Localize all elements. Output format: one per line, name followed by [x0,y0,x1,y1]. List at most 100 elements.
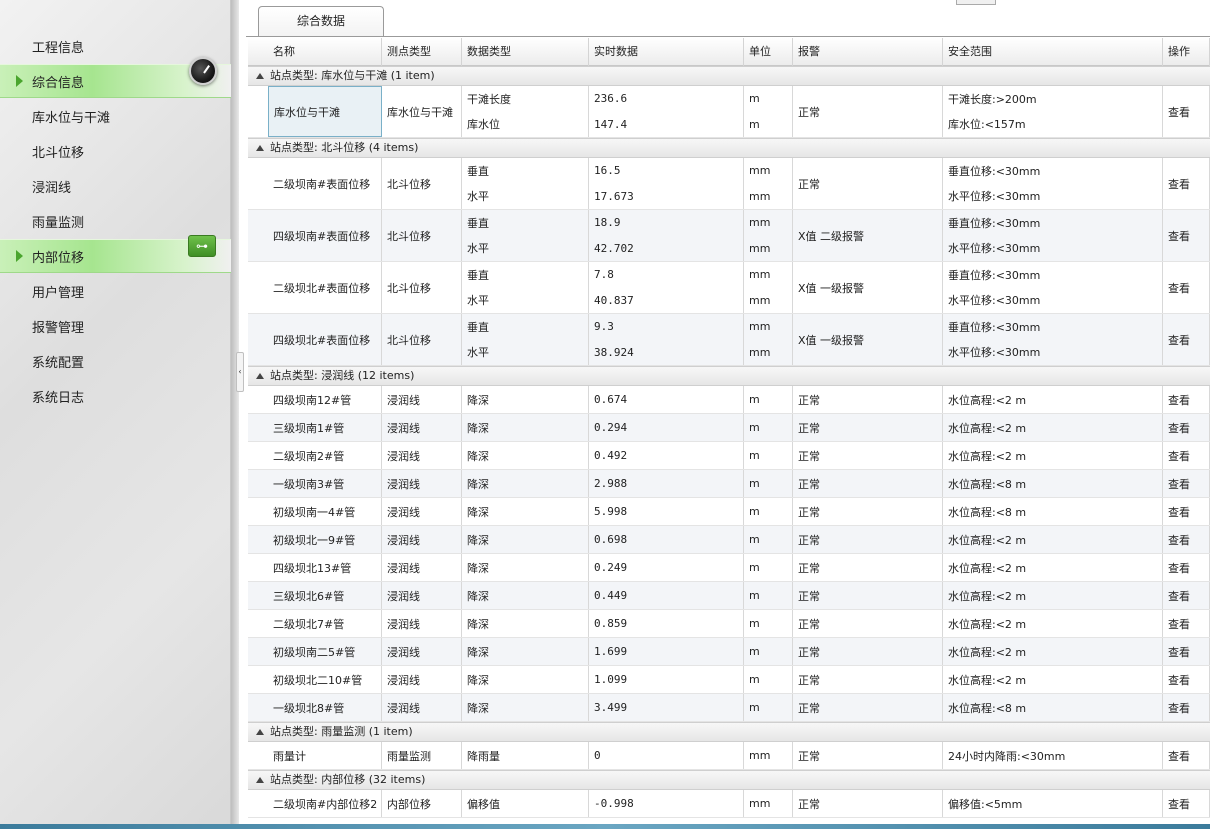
cell-action-col[interactable]: 查看 [1163,158,1210,209]
view-link[interactable]: 查看 [1168,280,1209,296]
view-link[interactable]: 查看 [1168,104,1209,120]
table-row[interactable]: 雨量计 雨量监测 降雨量 0 mm 正常 24小时内降雨:<30mm 查看 [248,742,1210,770]
tab-comprehensive-data[interactable]: 综合数据 [258,6,384,36]
view-link[interactable]: 查看 [1168,588,1209,604]
cell-action-col[interactable]: 查看 [1163,86,1210,137]
column-header-name-col[interactable]: 名称 [268,38,382,66]
table-row[interactable]: 一级坝南3#管 浸润线 降深 2.988 m 正常 水位高程:<8 m 查看 [248,470,1210,498]
sidebar-item-system-log[interactable]: 系统日志 [0,379,231,413]
table-row[interactable]: 四级坝南#表面位移 北斗位移 垂直 水平 18.9 42.702 mm mm X值 二级报警 垂直… [248,210,1210,262]
view-link[interactable]: 查看 [1168,332,1209,348]
column-header-unit-col[interactable]: 单位 [744,38,793,66]
cell-text: 水位高程:<8 m [948,477,1027,491]
cell-action-col[interactable]: 查看 [1163,694,1210,721]
cell-action-col[interactable]: 查看 [1163,610,1210,637]
cell-action-col[interactable]: 查看 [1163,666,1210,693]
column-header-alarm-col[interactable]: 报警 [793,38,943,66]
sidebar-item-water-level[interactable]: 库水位与干滩 [0,99,231,133]
cell-action-col[interactable]: 查看 [1163,742,1210,769]
cell-action-col[interactable]: 查看 [1163,386,1210,413]
table-row[interactable]: 三级坝北6#管 浸润线 降深 0.449 m 正常 水位高程:<2 m 查看 [248,582,1210,610]
table-row[interactable]: 二级坝南#表面位移 北斗位移 垂直 水平 16.5 17.673 mm mm 正常 垂直位移:<3… [248,158,1210,210]
view-link[interactable]: 查看 [1168,476,1209,492]
cell-action-col[interactable]: 查看 [1163,582,1210,609]
collapse-triangle-icon[interactable] [256,729,264,735]
view-link[interactable]: 查看 [1168,560,1209,576]
table-row[interactable]: 二级坝南2#管 浸润线 降深 0.492 m 正常 水位高程:<2 m 查看 [248,442,1210,470]
cell-text: 雨量计 [273,749,306,763]
cell-action-col[interactable]: 查看 [1163,210,1210,261]
cell-dtype-col: 降深 [462,470,589,497]
view-link[interactable]: 查看 [1168,616,1209,632]
table-row[interactable]: 二级坝北7#管 浸润线 降深 0.859 m 正常 水位高程:<2 m 查看 [248,610,1210,638]
sidebar-item-user-management[interactable]: 用户管理 [0,274,231,308]
view-link[interactable]: 查看 [1168,532,1209,548]
table-row[interactable]: 四级坝北13#管 浸润线 降深 0.249 m 正常 水位高程:<2 m 查看 [248,554,1210,582]
column-header-range-col[interactable]: 安全范围 [943,38,1163,66]
collapse-triangle-icon[interactable] [256,373,264,379]
cell-name-col: 三级坝南1#管 [268,414,382,441]
table-row[interactable]: 三级坝南1#管 浸润线 降深 0.294 m 正常 水位高程:<2 m 查看 [248,414,1210,442]
table-row[interactable]: 二级坝北#表面位移 北斗位移 垂直 水平 7.8 40.837 mm mm X值 一级报警 垂直位… [248,262,1210,314]
sidebar-item-label: 库水位与干滩 [32,110,111,126]
collapse-triangle-icon[interactable] [256,777,264,783]
view-link[interactable]: 查看 [1168,748,1209,764]
group-header-row[interactable]: 站点类型: 内部位移 (32 items) [248,770,1210,790]
table-row[interactable]: 四级坝南12#管 浸润线 降深 0.674 m 正常 水位高程:<2 m 查看 [248,386,1210,414]
cell-action-col[interactable]: 查看 [1163,790,1210,817]
sidebar-item-beidou[interactable]: 北斗位移 [0,134,231,168]
table-row[interactable]: 初级坝南一4#管 浸润线 降深 5.998 m 正常 水位高程:<8 m 查看 [248,498,1210,526]
cell-text: 正常 [798,701,820,715]
table-row[interactable]: 库水位与干滩 库水位与干滩 干滩长度 库水位 236.6 147.4 m m 正常 干滩长度:>2… [248,86,1210,138]
view-link[interactable]: 查看 [1168,448,1209,464]
column-header-type-col[interactable]: 测点类型 [382,38,462,66]
cell-text: X值 一级报警 [798,281,865,295]
view-link[interactable]: 查看 [1168,700,1209,716]
view-link[interactable]: 查看 [1168,644,1209,660]
sidebar-item-phreatic-line[interactable]: 浸润线 [0,169,231,203]
view-link[interactable]: 查看 [1168,228,1209,244]
collapse-triangle-icon[interactable] [256,73,264,79]
sidebar-item-rainfall[interactable]: 雨量监测 [0,204,231,238]
cell-text: 0.698 [594,533,628,546]
cell-alarm-col: X值 一级报警 [793,314,943,365]
cell-action-col[interactable]: 查看 [1163,414,1210,441]
table-row[interactable]: 初级坝南二5#管 浸润线 降深 1.699 m 正常 水位高程:<2 m 查看 [248,638,1210,666]
table-row[interactable]: 初级坝北二10#管 浸润线 降深 1.099 m 正常 水位高程:<2 m 查看 [248,666,1210,694]
group-header-row[interactable]: 站点类型: 雨量监测 (1 item) [248,722,1210,742]
view-link[interactable]: 查看 [1168,672,1209,688]
cell-action-col[interactable]: 查看 [1163,314,1210,365]
table-row[interactable]: 初级坝北一9#管 浸润线 降深 0.698 m 正常 水位高程:<2 m 查看 [248,526,1210,554]
view-link[interactable]: 查看 [1168,420,1209,436]
cell-action-col[interactable]: 查看 [1163,638,1210,665]
group-header-row[interactable]: 站点类型: 库水位与干滩 (1 item) [248,66,1210,86]
view-link[interactable]: 查看 [1168,796,1209,812]
cell-text: 水位高程:<2 m [948,673,1027,687]
view-link[interactable]: 查看 [1168,176,1209,192]
cell-value-col: 2.988 [589,470,744,497]
table-row[interactable]: 四级坝北#表面位移 北斗位移 垂直 水平 9.3 38.924 mm mm X值 一级报警 垂直位… [248,314,1210,366]
cell-action-col[interactable]: 查看 [1163,498,1210,525]
cell-text: 正常 [798,617,820,631]
view-link[interactable]: 查看 [1168,504,1209,520]
sidebar-item-system-config[interactable]: 系统配置 [0,344,231,378]
table-row[interactable]: 一级坝北8#管 浸润线 降深 3.499 m 正常 水位高程:<8 m 查看 [248,694,1210,722]
cell-action-col[interactable]: 查看 [1163,262,1210,313]
cell-action-col[interactable]: 查看 [1163,526,1210,553]
sidebar-item-label: 工程信息 [32,40,85,56]
cell-action-col[interactable]: 查看 [1163,470,1210,497]
cell-text: 垂直 [467,164,489,178]
sidebar-item-alarm-management[interactable]: 报警管理 [0,309,231,343]
cell-action-col[interactable]: 查看 [1163,442,1210,469]
cell-text: m [749,561,760,574]
cell-action-col[interactable]: 查看 [1163,554,1210,581]
collapse-sidebar-handle[interactable]: ‹ [236,352,244,392]
table-row[interactable]: 二级坝南#内部位移2 内部位移 偏移值 -0.998 mm 正常 偏移值:<5mm 查看 [248,790,1210,818]
group-header-row[interactable]: 站点类型: 浸润线 (12 items) [248,366,1210,386]
column-header-dtype-col[interactable]: 数据类型 [462,38,589,66]
group-header-row[interactable]: 站点类型: 北斗位移 (4 items) [248,138,1210,158]
column-header-value-col[interactable]: 实时数据 [589,38,744,66]
view-link[interactable]: 查看 [1168,392,1209,408]
collapse-triangle-icon[interactable] [256,145,264,151]
column-header-action-col[interactable]: 操作 [1163,38,1210,66]
